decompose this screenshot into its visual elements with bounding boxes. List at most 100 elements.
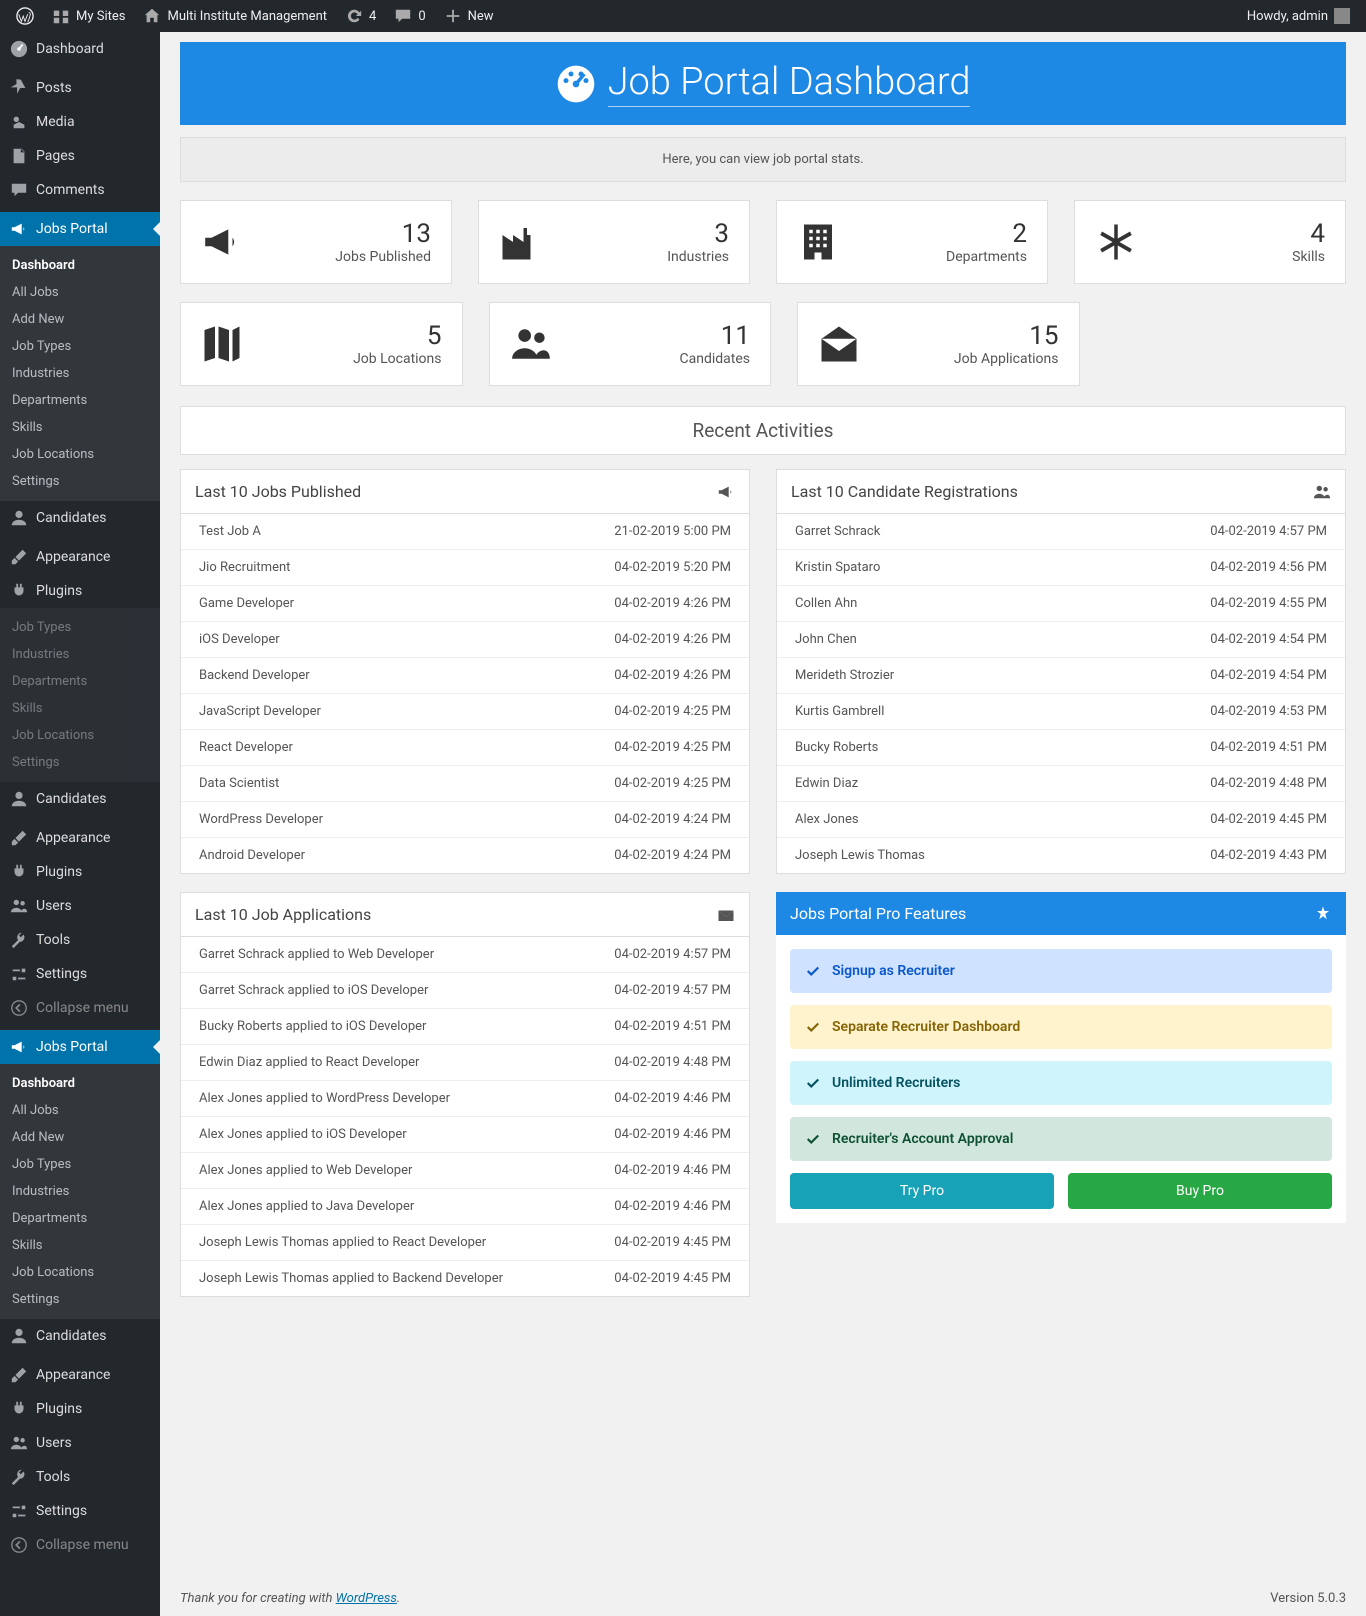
list-row: Edwin Diaz04-02-2019 4:48 PM [777,766,1345,802]
submenu-job-types[interactable]: Job Types [0,333,160,360]
site-name[interactable]: Multi Institute Management [135,0,335,32]
list-row: JavaScript Developer04-02-2019 4:25 PM [181,694,749,730]
check-icon [806,964,820,978]
submenu-industries-2[interactable]: Industries [0,1178,160,1205]
howdy-label: Howdy, admin [1247,9,1328,24]
list-row: John Chen04-02-2019 4:54 PM [777,622,1345,658]
page-banner: Job Portal Dashboard [180,42,1346,125]
list-row: WordPress Developer04-02-2019 4:24 PM [181,802,749,838]
bullhorn-icon [717,483,735,501]
panel-cands-title: Last 10 Candidate Registrations [791,482,1018,501]
submenu-job-types-2[interactable]: Job Types [0,1151,160,1178]
updates[interactable]: 4 [337,0,384,32]
list-row: Garret Schrack applied to iOS Developer0… [181,973,749,1009]
list-row: Bucky Roberts applied to iOS Developer04… [181,1009,749,1045]
page-subtitle: Here, you can view job portal stats. [180,137,1346,182]
submenu-add-new[interactable]: Add New [0,306,160,333]
menu-dashboard[interactable]: Dashboard [0,32,160,66]
wordpress-link[interactable]: WordPress [336,1591,397,1606]
list-row: Alex Jones applied to WordPress Develope… [181,1081,749,1117]
list-row: Merideth Strozier04-02-2019 4:54 PM [777,658,1345,694]
menu-plugins-2[interactable]: Plugins [0,855,160,889]
submenu-all-jobs-2[interactable]: All Jobs [0,1097,160,1124]
buy-pro-button[interactable]: Buy Pro [1068,1173,1332,1209]
new-label: New [468,9,494,24]
footer: Thank you for creating with WordPress. V… [180,1591,1346,1606]
menu-jobs-portal-2[interactable]: Jobs Portal [0,1030,160,1064]
users-icon [1313,483,1331,501]
stat-jobs-published: 13Jobs Published [180,200,452,284]
menu-tools-2[interactable]: Tools [0,1460,160,1494]
howdy[interactable]: Howdy, admin [1239,0,1358,32]
building-icon [797,221,839,263]
submenu-skills-2[interactable]: Skills [0,1232,160,1259]
submenu-settings-2[interactable]: Settings [0,1286,160,1313]
menu-settings[interactable]: Settings [0,957,160,991]
asterisk-icon [1095,221,1137,263]
panel-pro-features: Jobs Portal Pro Features Signup as Recru… [776,892,1346,1223]
menu-users[interactable]: Users [0,889,160,923]
list-row: Kristin Spataro04-02-2019 4:56 PM [777,550,1345,586]
panel-apps-title: Last 10 Job Applications [195,905,371,924]
menu-media[interactable]: Media [0,105,160,139]
menu-plugins-3[interactable]: Plugins [0,1392,160,1426]
list-row: React Developer04-02-2019 4:25 PM [181,730,749,766]
pro-feature: Separate Recruiter Dashboard [790,1005,1332,1049]
page-title: Job Portal Dashboard [608,60,971,107]
wp-logo[interactable] [8,0,42,32]
list-row: Garret Schrack04-02-2019 4:57 PM [777,514,1345,550]
submenu-ghost: Job Types Industries Departments Skills … [0,608,160,782]
stat-industries: 3Industries [478,200,750,284]
stat-job-applications: 15Job Applications [797,302,1080,386]
list-row: Bucky Roberts04-02-2019 4:51 PM [777,730,1345,766]
new-content[interactable]: New [436,0,502,32]
list-row: Joseph Lewis Thomas04-02-2019 4:43 PM [777,838,1345,873]
try-pro-button[interactable]: Try Pro [790,1173,1054,1209]
stat-job-locations: 5Job Locations [180,302,463,386]
panel-pro-title: Jobs Portal Pro Features [790,904,966,923]
submenu-industries[interactable]: Industries [0,360,160,387]
list-row: Jio Recruitment04-02-2019 5:20 PM [181,550,749,586]
menu-appearance-2[interactable]: Appearance [0,821,160,855]
list-row: Alex Jones applied to Web Developer04-02… [181,1153,749,1189]
menu-candidates-3[interactable]: Candidates [0,1319,160,1353]
submenu-jobs-portal-2: Dashboard All Jobs Add New Job Types Ind… [0,1064,160,1319]
menu-users-2[interactable]: Users [0,1426,160,1460]
menu-candidates[interactable]: Candidates [0,501,160,535]
menu-pages[interactable]: Pages [0,139,160,173]
menu-jobs-portal[interactable]: Jobs Portal [0,212,160,246]
submenu-all-jobs[interactable]: All Jobs [0,279,160,306]
menu-collapse-2[interactable]: Collapse menu [0,1528,160,1562]
check-icon [806,1020,820,1034]
my-sites-label: My Sites [76,9,125,24]
menu-tools[interactable]: Tools [0,923,160,957]
list-row: Collen Ahn04-02-2019 4:55 PM [777,586,1345,622]
list-row: Game Developer04-02-2019 4:26 PM [181,586,749,622]
submenu-settings[interactable]: Settings [0,468,160,495]
submenu-job-locations-2[interactable]: Job Locations [0,1259,160,1286]
submenu-dashboard[interactable]: Dashboard [0,252,160,279]
check-icon [806,1132,820,1146]
comments-bubble[interactable]: 0 [386,0,433,32]
submenu-skills[interactable]: Skills [0,414,160,441]
panel-last-applications: Last 10 Job Applications Garret Schrack … [180,892,750,1297]
menu-comments[interactable]: Comments [0,173,160,207]
menu-collapse[interactable]: Collapse menu [0,991,160,1025]
submenu-departments[interactable]: Departments [0,387,160,414]
menu-appearance-3[interactable]: Appearance [0,1358,160,1392]
menu-settings-2[interactable]: Settings [0,1494,160,1528]
submenu-job-locations[interactable]: Job Locations [0,441,160,468]
submenu-departments-2[interactable]: Departments [0,1205,160,1232]
menu-candidates-2[interactable]: Candidates [0,782,160,816]
bullhorn-icon [201,221,243,263]
submenu-dashboard-2[interactable]: Dashboard [0,1070,160,1097]
menu-appearance[interactable]: Appearance [0,540,160,574]
submenu-add-new-2[interactable]: Add New [0,1124,160,1151]
map-icon [201,323,243,365]
list-row: iOS Developer04-02-2019 4:26 PM [181,622,749,658]
menu-plugins[interactable]: Plugins [0,574,160,608]
menu-posts[interactable]: Posts [0,71,160,105]
list-row: Alex Jones applied to iOS Developer04-02… [181,1117,749,1153]
panel-last-candidates: Last 10 Candidate Registrations Garret S… [776,469,1346,874]
my-sites[interactable]: My Sites [44,0,133,32]
